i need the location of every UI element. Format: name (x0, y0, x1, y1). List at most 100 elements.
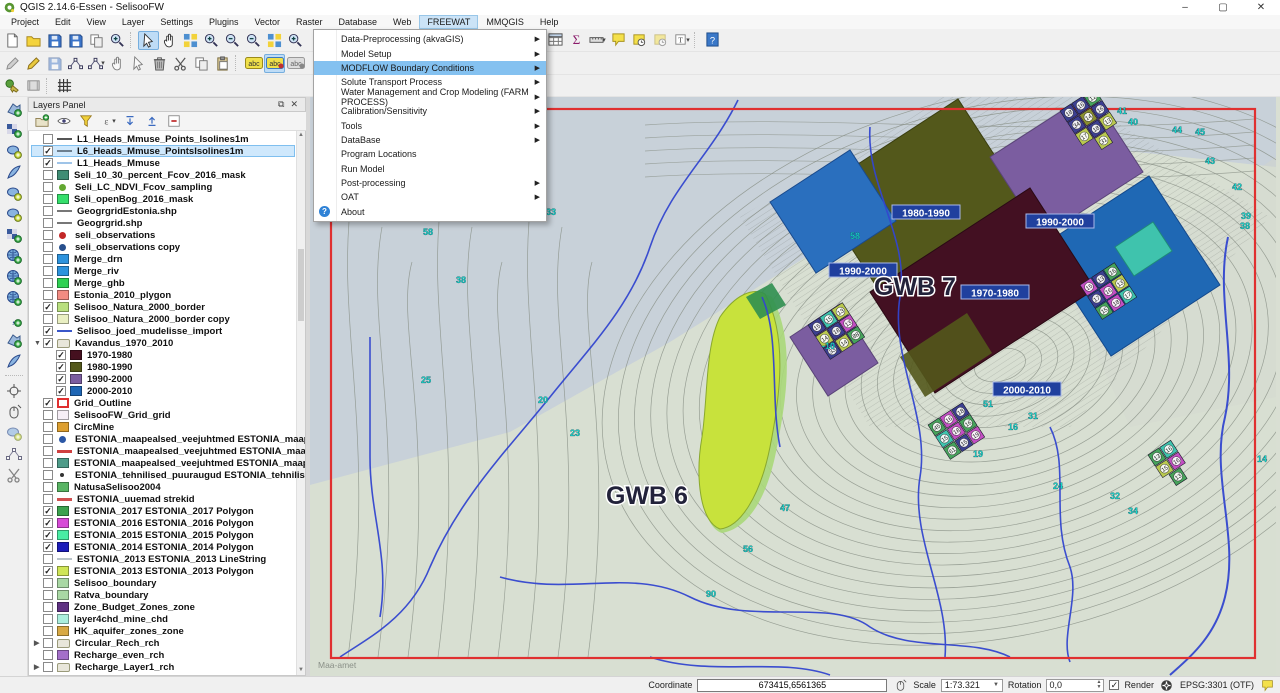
new-project-button[interactable] (2, 31, 23, 50)
layer-checkbox[interactable]: ✓ (43, 542, 53, 552)
layer-row-merge-riv[interactable]: Merge_riv (31, 265, 295, 277)
layer-row-1970-1980[interactable]: ✓1970-1980 (31, 349, 295, 361)
layer-checkbox[interactable] (43, 434, 53, 444)
menu-item-project[interactable]: Project (3, 15, 47, 29)
freewat-item-calibration-sensitivity[interactable]: Calibration/Sensitivity▶ (314, 104, 546, 118)
measure-button[interactable]: ▾ (587, 30, 608, 49)
maximize-button[interactable]: ▢ (1204, 0, 1242, 15)
copy-features-button[interactable] (191, 54, 212, 73)
menu-item-web[interactable]: Web (385, 15, 419, 29)
layer-row-estonia-2017-estonia-2017-polygon[interactable]: ✓ESTONIA_2017 ESTONIA_2017 Polygon (31, 505, 295, 517)
crs-status-button[interactable] (1159, 678, 1175, 693)
layer-checkbox[interactable]: ✓ (43, 302, 53, 312)
layer-row-estonia-maapealsed-veejuhtmed-estonia-ma[interactable]: ESTONIA_maapealsed_veejuhtmed ESTONIA_ma… (31, 457, 295, 469)
save-project-as-button[interactable] (65, 31, 86, 50)
expander-icon[interactable]: ▼ (34, 340, 43, 347)
layer-row-estonia-2014-estonia-2014-polygon[interactable]: ✓ESTONIA_2014 ESTONIA_2014 Polygon (31, 541, 295, 553)
layer-checkbox[interactable] (43, 314, 53, 324)
layer-checkbox[interactable] (43, 650, 53, 660)
layer-checkbox[interactable]: ✓ (43, 398, 53, 408)
layer-row-kavandus-1970-2010[interactable]: ▼✓Kavandus_1970_2010 (31, 337, 295, 349)
layer-row-seli-observations[interactable]: seli_observations (31, 229, 295, 241)
layer-row-layer4chd-mine-chd[interactable]: layer4chd_mine_chd (31, 613, 295, 625)
layer-checkbox[interactable] (43, 458, 53, 468)
current-edits-button[interactable] (2, 54, 23, 73)
toggle-editing-button[interactable] (23, 54, 44, 73)
layer-checkbox[interactable]: ✓ (56, 362, 66, 372)
layer-row-selisoofw-grid-grid[interactable]: SelisooFW_Grid_grid (31, 409, 295, 421)
layer-row-recharge-layer1-rch[interactable]: ▶Recharge_Layer1_rch (31, 661, 295, 673)
layer-checkbox[interactable] (43, 134, 53, 144)
layer-checkbox[interactable]: ✓ (43, 566, 53, 576)
zoom-full-button[interactable] (264, 31, 285, 50)
zoom-last-button[interactable] (285, 31, 306, 50)
layer-row-selisoo-natura-2000-border[interactable]: ✓Selisoo_Natura_2000_border (31, 301, 295, 313)
layer-checkbox[interactable] (43, 578, 53, 588)
rotate-feature-button[interactable] (128, 54, 149, 73)
layer-checkbox[interactable] (43, 626, 53, 636)
add-delimited-text-button[interactable] (3, 309, 25, 328)
layer-row-selisoo-natura-2000-border-copy[interactable]: Selisoo_Natura_2000_border copy (31, 313, 295, 325)
layer-checkbox[interactable] (43, 290, 53, 300)
layer-checkbox[interactable] (43, 614, 53, 624)
layer-checkbox[interactable]: ✓ (56, 350, 66, 360)
layer-checkbox[interactable] (43, 182, 53, 192)
layer-labeling-button[interactable] (243, 54, 264, 73)
layer-checkbox[interactable]: ✓ (43, 518, 53, 528)
layer-checkbox[interactable] (43, 254, 53, 264)
layer-row-seli-lc-ndvi-fcov-sampling[interactable]: Seli_LC_NDVI_Fcov_sampling (31, 181, 295, 193)
delete-selected-button[interactable] (149, 54, 170, 73)
layer-row-estonia-maapealsed-veejuhtmed-estonia-ma[interactable]: ESTONIA_maapealsed_veejuhtmed ESTONIA_ma… (31, 445, 295, 457)
new-spatialite-button[interactable] (3, 351, 25, 370)
layer-checkbox[interactable] (43, 194, 53, 204)
add-db2-layer-button[interactable] (3, 225, 25, 244)
minimize-button[interactable]: – (1166, 0, 1204, 15)
freewat-item-modflow-boundary-conditions[interactable]: MODFLOW Boundary Conditions▶ (314, 61, 546, 75)
layer-row-l6-heads-mmuse-pointsisolines1m[interactable]: ✓L6_Heads_Mmuse_PointsIsolines1m (31, 145, 295, 157)
new-bookmark-button[interactable] (629, 30, 650, 49)
show-bookmarks-button[interactable] (650, 30, 671, 49)
add-raster-layer-button[interactable] (3, 120, 25, 139)
menu-item-view[interactable]: View (79, 15, 114, 29)
composer-manager-button[interactable] (107, 31, 128, 50)
menu-item-database[interactable]: Database (331, 15, 386, 29)
layer-checkbox[interactable] (43, 662, 53, 672)
layer-checkbox[interactable]: ✓ (56, 386, 66, 396)
layer-checkbox[interactable] (43, 218, 53, 228)
layer-diagram-button[interactable] (285, 54, 306, 73)
save-project-button[interactable] (44, 31, 65, 50)
touch-zoom-pan-button[interactable] (138, 31, 159, 50)
layer-checkbox[interactable] (43, 470, 53, 480)
close-button[interactable]: ✕ (1242, 0, 1280, 15)
expander-icon[interactable]: ▶ (34, 639, 43, 647)
messages-button[interactable] (1259, 678, 1275, 693)
menu-item-help[interactable]: Help (532, 15, 567, 29)
mouse-position-toggle[interactable] (892, 678, 908, 693)
rotation-spinner[interactable]: 0,0 ▲▼ (1046, 679, 1104, 692)
layer-row-seli-10-30-percent-fcov-2016-mask[interactable]: Seli_10_30_percent_Fcov_2016_mask (31, 169, 295, 181)
freewat-item-program-locations[interactable]: Program Locations (314, 147, 546, 161)
layer-row-estonia-uuemad-strekid[interactable]: ESTONIA_uuemad strekid (31, 493, 295, 505)
layer-checkbox[interactable]: ✓ (43, 530, 53, 540)
menu-item-plugins[interactable]: Plugins (201, 15, 247, 29)
paste-features-button[interactable] (212, 54, 233, 73)
layer-row-selisoo-boundary[interactable]: Selisoo_boundary (31, 577, 295, 589)
layer-row-circmine[interactable]: CircMine (31, 421, 295, 433)
expand-all-button[interactable] (121, 113, 139, 129)
layer-row-estonia-maapealsed-veejuhtmed-estonia-ma[interactable]: ESTONIA_maapealsed_veejuhtmed ESTONIA_ma… (31, 433, 295, 445)
layer-row-l1-heads-mmuse-points-isolines1m[interactable]: L1_Heads_Mmuse_Points_Isolines1m (31, 133, 295, 145)
layer-checkbox[interactable] (43, 590, 53, 600)
layer-checkbox[interactable] (43, 422, 53, 432)
layer-checkbox[interactable] (43, 266, 53, 276)
map-tips-button[interactable] (608, 30, 629, 49)
layer-row-merge-drn[interactable]: Merge_drn (31, 253, 295, 265)
layer-row-estonia-2013-estonia-2013-linestring[interactable]: ESTONIA_2013 ESTONIA_2013 LineString (31, 553, 295, 565)
zoom-native-button[interactable] (243, 31, 264, 50)
pan-to-selection-button[interactable] (180, 31, 201, 50)
layer-checkbox[interactable]: ✓ (43, 146, 53, 156)
panel-float-button[interactable]: ⧉ (275, 99, 287, 110)
layer-checkbox[interactable]: ✓ (43, 326, 53, 336)
layer-row-hk-aquifer-zones-zone[interactable]: HK_aquifer_zones_zone (31, 625, 295, 637)
layer-row-2000-2010[interactable]: ✓2000-2010 (31, 385, 295, 397)
add-vector-layer-button[interactable] (3, 99, 25, 118)
